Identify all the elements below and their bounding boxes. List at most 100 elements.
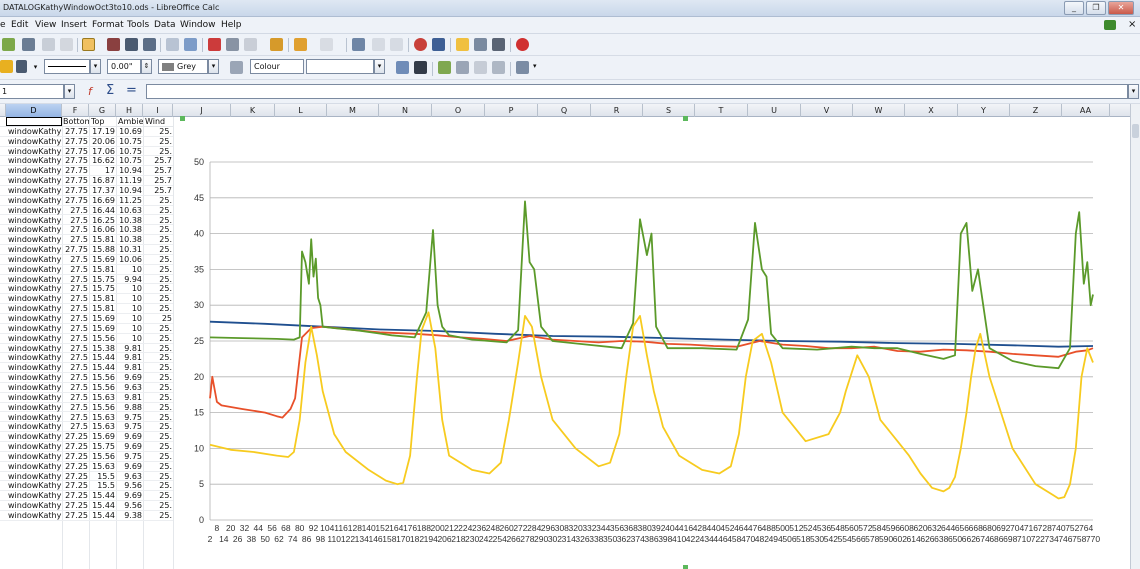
x-tick-label: 740 — [1051, 523, 1065, 533]
x-tick-label: 728 — [1038, 523, 1052, 533]
x-tick-label: 476 — [748, 523, 762, 533]
x-tick-label: 566 — [851, 534, 865, 544]
x-tick-label: 494 — [769, 534, 783, 544]
x-tick-label: 608 — [900, 523, 914, 533]
x-tick-label: 356 — [610, 523, 624, 533]
x-tick-label: 758 — [1072, 534, 1086, 544]
x-tick-label: 680 — [982, 523, 996, 533]
x-tick-label: 344 — [596, 523, 610, 533]
x-tick-label: 656 — [955, 523, 969, 533]
x-tick-label: 92 — [309, 523, 319, 533]
x-tick-label: 722 — [1031, 534, 1045, 544]
y-tick-label: 5 — [199, 479, 204, 489]
y-tick-label: 10 — [194, 443, 204, 453]
x-tick-label: 332 — [582, 523, 596, 533]
x-tick-label: 146 — [368, 534, 382, 544]
y-tick-label: 25 — [194, 336, 204, 346]
x-tick-label: 212 — [444, 523, 458, 533]
x-tick-label: 242 — [479, 534, 493, 544]
x-tick-label: 470 — [741, 534, 755, 544]
x-tick-label: 302 — [548, 534, 562, 544]
x-tick-label: 86 — [302, 534, 312, 544]
x-tick-label: 158 — [382, 534, 396, 544]
x-tick-label: 254 — [493, 534, 507, 544]
x-tick-label: 248 — [486, 523, 500, 533]
x-tick-label: 200 — [431, 523, 445, 533]
x-tick-label: 2 — [208, 534, 213, 544]
x-tick-label: 734 — [1045, 534, 1059, 544]
x-tick-label: 626 — [920, 534, 934, 544]
x-tick-label: 110 — [327, 534, 341, 544]
x-tick-label: 410 — [672, 534, 686, 544]
x-tick-label: 752 — [1065, 523, 1079, 533]
x-tick-label: 80 — [295, 523, 305, 533]
selection-handle — [683, 116, 688, 121]
x-tick-label: 692 — [996, 523, 1010, 533]
x-tick-label: 98 — [316, 534, 326, 544]
line-chart[interactable]: 051015202530354045508 20 32 44 56 68 80 92 104 11… — [0, 0, 1140, 569]
x-tick-label: 56 — [267, 523, 277, 533]
y-tick-label: 50 — [194, 157, 204, 167]
x-tick-label: 704 — [1010, 523, 1024, 533]
x-tick-label: 272 — [513, 523, 527, 533]
x-tick-label: 368 — [624, 523, 638, 533]
x-tick-label: 104 — [320, 523, 334, 533]
x-tick-label: 194 — [424, 534, 438, 544]
x-tick-label: 20 — [226, 523, 236, 533]
x-tick-label: 134 — [355, 534, 369, 544]
x-tick-label: 392 — [651, 523, 665, 533]
x-tick-label: 380 — [638, 523, 652, 533]
x-tick-label: 614 — [907, 534, 921, 544]
x-tick-label: 230 — [465, 534, 479, 544]
x-tick-label: 314 — [562, 534, 576, 544]
x-tick-label: 650 — [948, 534, 962, 544]
x-tick-label: 458 — [727, 534, 741, 544]
x-tick-label: 182 — [410, 534, 424, 544]
x-tick-label: 446 — [713, 534, 727, 544]
x-tick-label: 422 — [686, 534, 700, 544]
x-tick-label: 362 — [617, 534, 631, 544]
x-tick-label: 428 — [693, 523, 707, 533]
x-tick-label: 164 — [389, 523, 403, 533]
y-tick-label: 15 — [194, 408, 204, 418]
x-tick-label: 122 — [341, 534, 355, 544]
y-tick-label: 35 — [194, 264, 204, 274]
x-tick-label: 386 — [644, 534, 658, 544]
x-tick-label: 572 — [858, 523, 872, 533]
x-tick-label: 524 — [803, 523, 817, 533]
x-tick-label: 464 — [734, 523, 748, 533]
selection-handle — [683, 565, 688, 569]
x-tick-label: 560 — [844, 523, 858, 533]
x-tick-label: 512 — [789, 523, 803, 533]
x-tick-label: 452 — [720, 523, 734, 533]
x-tick-label: 746 — [1058, 534, 1072, 544]
x-tick-label: 518 — [796, 534, 810, 544]
x-tick-label: 152 — [375, 523, 389, 533]
x-tick-label: 128 — [348, 523, 362, 533]
x-tick-label: 14 — [219, 534, 229, 544]
x-tick-label: 536 — [817, 523, 831, 533]
x-tick-label: 260 — [500, 523, 514, 533]
x-tick-label: 620 — [913, 523, 927, 533]
y-tick-label: 0 — [199, 515, 204, 525]
x-tick-label: 596 — [886, 523, 900, 533]
x-tick-label: 296 — [541, 523, 555, 533]
x-tick-label: 290 — [534, 534, 548, 544]
y-tick-label: 20 — [194, 372, 204, 382]
x-tick-label: 638 — [934, 534, 948, 544]
x-tick-label: 590 — [879, 534, 893, 544]
x-tick-label: 224 — [458, 523, 472, 533]
x-tick-label: 602 — [893, 534, 907, 544]
x-tick-label: 278 — [520, 534, 534, 544]
x-tick-label: 350 — [603, 534, 617, 544]
x-tick-label: 548 — [831, 523, 845, 533]
x-tick-label: 482 — [755, 534, 769, 544]
selection-handle — [180, 116, 185, 121]
x-tick-label: 44 — [254, 523, 264, 533]
x-tick-label: 38 — [247, 534, 257, 544]
x-tick-label: 236 — [472, 523, 486, 533]
x-tick-label: 500 — [775, 523, 789, 533]
x-tick-label: 710 — [1017, 534, 1031, 544]
x-tick-label: 326 — [575, 534, 589, 544]
x-tick-label: 50 — [260, 534, 270, 544]
